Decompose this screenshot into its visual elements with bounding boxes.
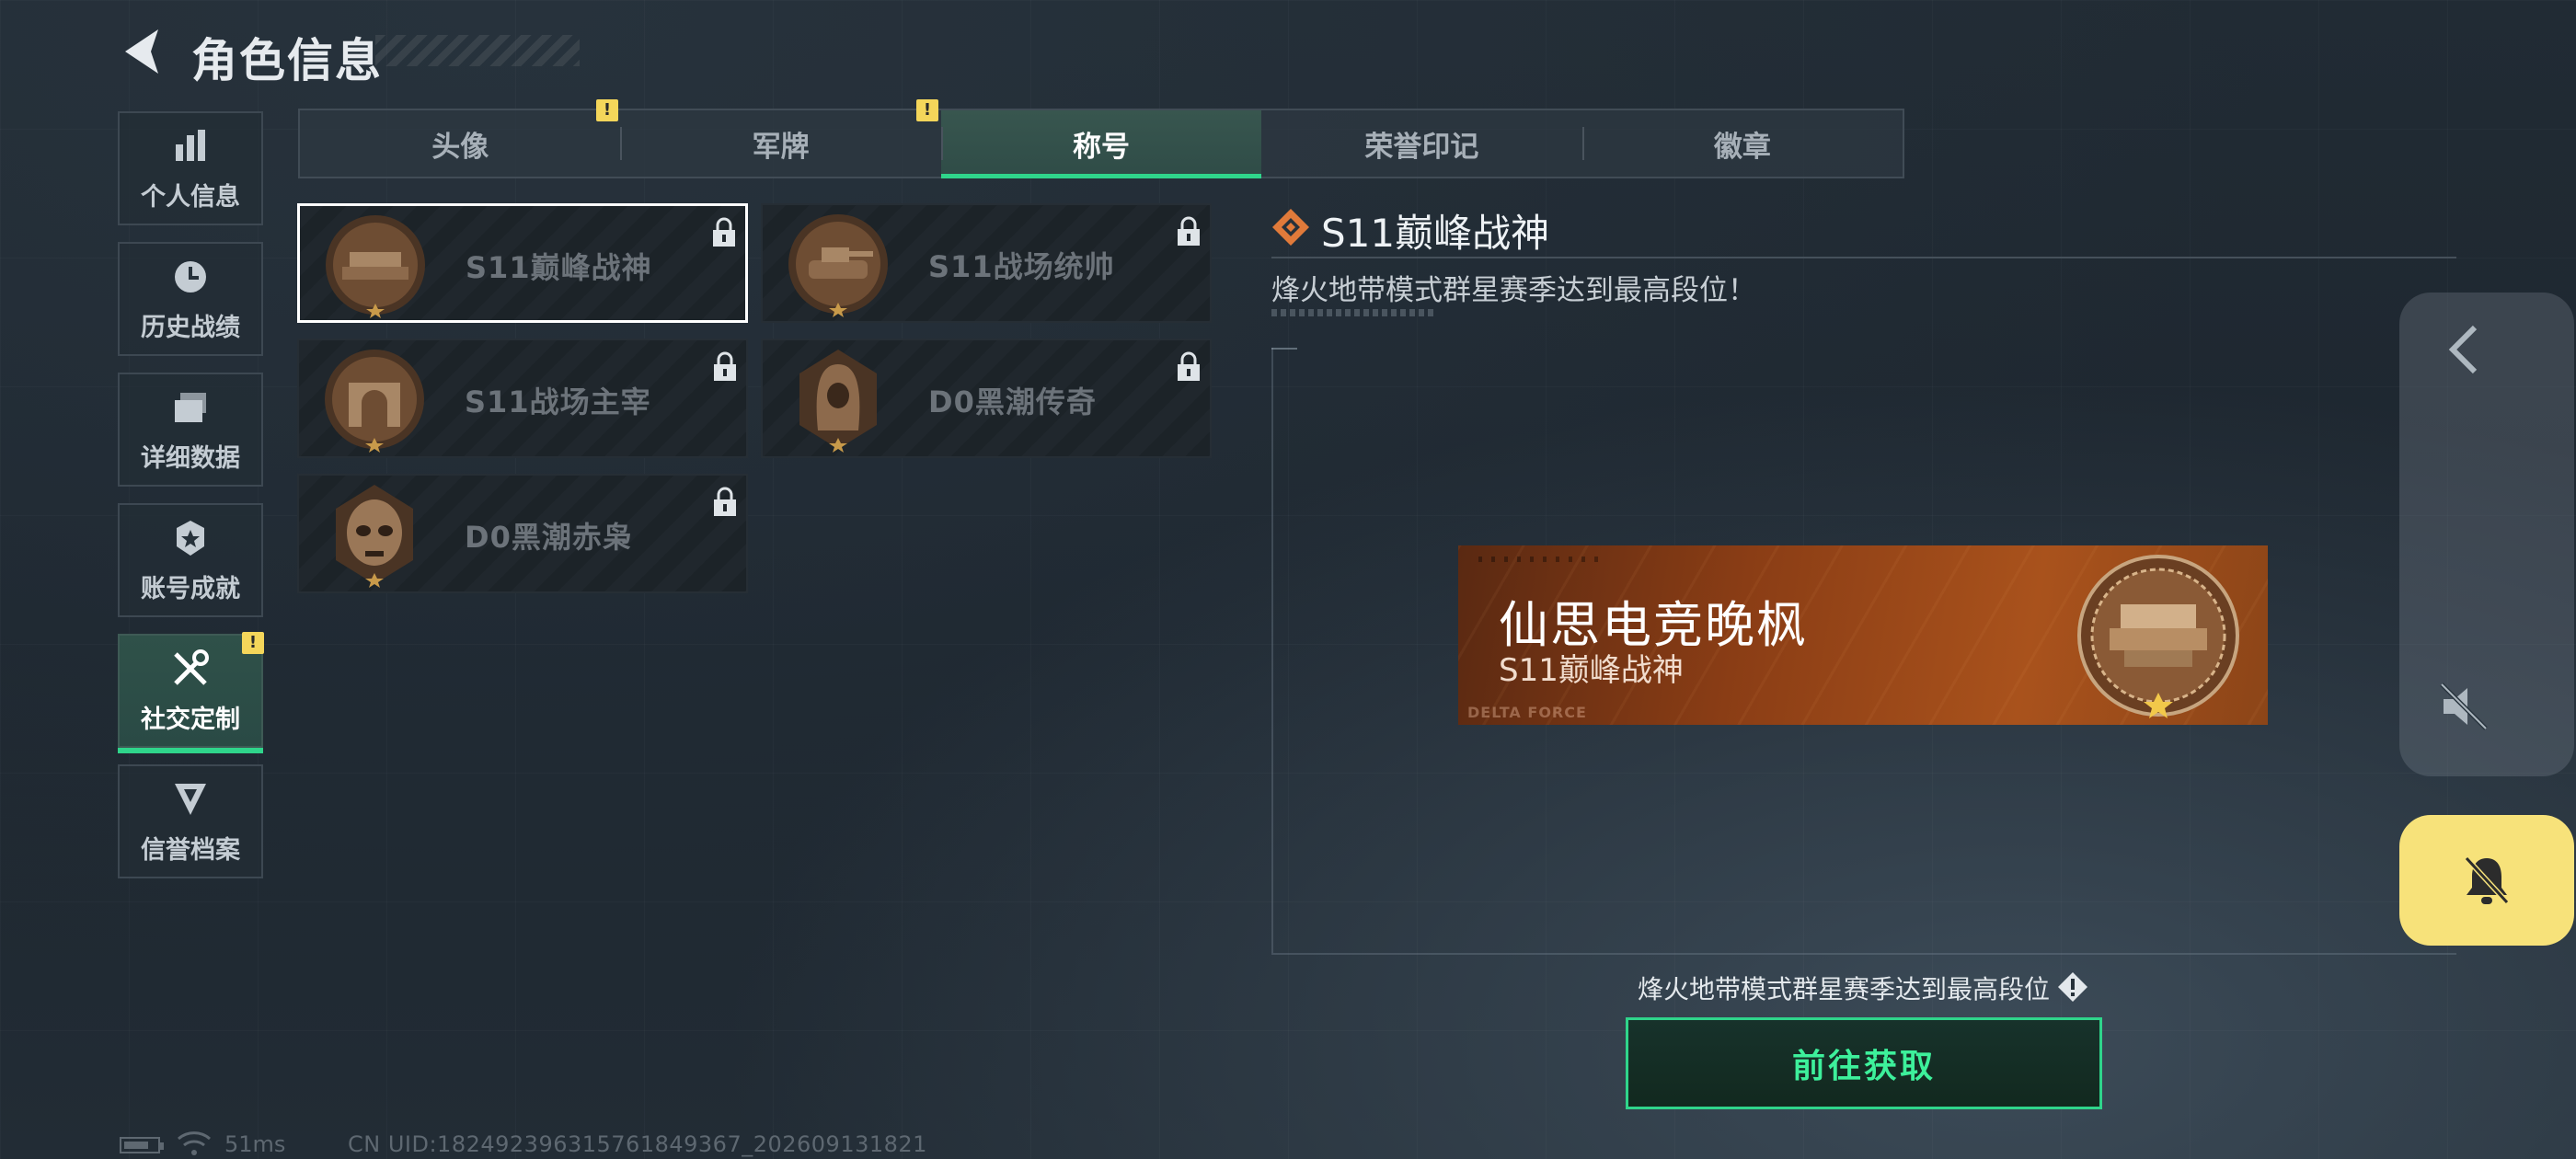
skull-mask-medal xyxy=(336,485,413,588)
tab-title[interactable]: 称号 xyxy=(940,110,1262,178)
title-card[interactable]: S11巅峰战神 xyxy=(297,203,748,323)
title-decoration xyxy=(375,35,580,66)
chevron-left-icon[interactable] xyxy=(2440,320,2490,379)
alert-badge: ! xyxy=(242,632,264,654)
speaker-mute-icon[interactable] xyxy=(2438,681,2490,732)
sidebar-item-label: 历史战绩 xyxy=(141,313,240,342)
back-arrow-icon[interactable] xyxy=(118,26,164,77)
arch-medal xyxy=(325,350,424,453)
diamond-rank-icon xyxy=(1272,209,1309,246)
sidebar-item-details[interactable]: 详细数据 xyxy=(118,373,263,487)
divider xyxy=(1271,257,2456,258)
page-title: 角色信息 xyxy=(191,34,383,87)
banner-ticks xyxy=(1478,557,1607,562)
requirement-text: 烽火地带模式群星赛季达到最高段位 xyxy=(1638,974,2051,1004)
category-tabs: 头像 军牌 称号 荣誉印记 徽章 xyxy=(298,109,1904,178)
sidebar-item-label: 个人信息 xyxy=(141,182,240,212)
banner-title: S11巅峰战神 xyxy=(1499,652,1684,689)
sidebar-item-profile[interactable]: 个人信息 xyxy=(118,111,263,225)
clock-icon xyxy=(169,256,212,298)
sidebar-item-credit[interactable]: 信誉档案 xyxy=(118,764,263,878)
credit-emblem-icon xyxy=(169,778,212,820)
alert-badge: ! xyxy=(596,99,618,121)
title-name: D0黑潮传奇 xyxy=(928,384,1097,419)
detail-title: S11巅峰战神 xyxy=(1321,211,1550,256)
alert-badge: ! xyxy=(916,99,938,121)
sidebar-item-label: 账号成就 xyxy=(141,574,240,603)
lock-icon xyxy=(713,217,735,247)
folder-icon xyxy=(169,386,212,429)
title-name: D0黑潮赤枭 xyxy=(465,520,633,555)
lock-icon xyxy=(714,487,736,516)
star-emblem-icon xyxy=(169,517,212,559)
lock-icon xyxy=(1178,216,1200,246)
sidebar-item-history[interactable]: 历史战绩 xyxy=(118,242,263,356)
tank-medal xyxy=(788,214,888,317)
lock-icon xyxy=(714,351,736,381)
hooded-figure-medal xyxy=(799,350,877,453)
tab-avatar[interactable]: 头像 xyxy=(300,110,620,177)
tools-icon xyxy=(169,648,212,690)
go-obtain-button[interactable]: 前往获取 xyxy=(1626,1017,2102,1109)
latency-readout: 51ms xyxy=(224,1131,286,1157)
title-name: S11战场主宰 xyxy=(465,384,651,419)
tab-honor-mark[interactable]: 荣誉印记 xyxy=(1261,110,1581,177)
detail-description: 烽火地带模式群星赛季达到最高段位！ xyxy=(1271,274,1756,307)
tab-badge[interactable]: 徽章 xyxy=(1581,110,1903,177)
sidebar-item-label: 详细数据 xyxy=(141,443,240,473)
title-name: S11战场统帅 xyxy=(928,249,1115,284)
frame-corner xyxy=(1271,348,1297,350)
wifi-icon xyxy=(178,1131,211,1155)
hovercraft-medal xyxy=(326,215,425,318)
title-preview-banner: 仙思电竞晚枫 S11巅峰战神 DELTA FORCE xyxy=(1458,545,2268,725)
title-card[interactable]: D0黑潮赤枭 xyxy=(297,474,748,593)
notification-toggle-button[interactable] xyxy=(2399,815,2574,946)
bar-chart-icon xyxy=(169,125,212,167)
tab-dogtag[interactable]: 军牌 xyxy=(620,110,940,177)
brand-watermark: DELTA FORCE xyxy=(1467,704,1587,721)
battery-icon xyxy=(120,1137,164,1153)
warning-icon[interactable] xyxy=(2057,971,2088,1003)
sidebar-item-label: 社交定制 xyxy=(141,705,240,734)
title-card[interactable]: D0黑潮传奇 xyxy=(761,339,1212,458)
title-card[interactable]: S11战场主宰 xyxy=(297,339,748,458)
lock-icon xyxy=(1178,351,1200,381)
title-name: S11巅峰战神 xyxy=(466,250,652,285)
bell-off-icon xyxy=(2464,855,2510,905)
decorative-dashes xyxy=(1271,309,1433,316)
sidebar-item-label: 信誉档案 xyxy=(141,835,240,865)
hovercraft-medal xyxy=(2077,555,2239,718)
uid-label: CN UID:182492396315761849367_20260913182… xyxy=(348,1131,927,1157)
title-card[interactable]: S11战场统帅 xyxy=(761,203,1212,323)
sidebar-item-achievements[interactable]: 账号成就 xyxy=(118,503,263,617)
